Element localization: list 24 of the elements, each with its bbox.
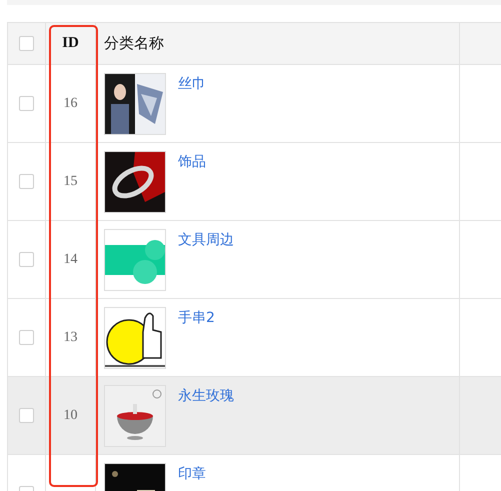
row-checkbox[interactable] bbox=[19, 252, 34, 267]
id-cell: 16 bbox=[64, 96, 78, 112]
category-link[interactable]: 印章 bbox=[178, 465, 206, 483]
id-cell: 15 bbox=[64, 174, 78, 190]
id-cell: 14 bbox=[64, 252, 78, 268]
id-cell: 13 bbox=[64, 330, 78, 346]
select-all-checkbox[interactable] bbox=[19, 36, 34, 51]
id-cell: 10 bbox=[64, 408, 78, 424]
column-header: ID bbox=[62, 35, 79, 52]
category-link[interactable]: 手串2 bbox=[178, 309, 215, 327]
category-link[interactable]: 饰品 bbox=[178, 153, 206, 171]
column-header: 分类名称 bbox=[104, 34, 164, 53]
category-link[interactable]: 文具周边 bbox=[178, 231, 234, 249]
table-row[interactable]: 16 丝巾 bbox=[8, 65, 501, 143]
table-row[interactable]: 14 文具周边 bbox=[8, 221, 501, 299]
row-checkbox[interactable] bbox=[19, 96, 34, 111]
category-link[interactable]: 永生玫瑰 bbox=[178, 387, 234, 405]
table-row[interactable]: 13 手串2 bbox=[8, 299, 501, 377]
row-checkbox[interactable] bbox=[19, 408, 34, 423]
category-link[interactable]: 丝巾 bbox=[178, 75, 206, 93]
row-checkbox[interactable] bbox=[19, 330, 34, 345]
table-row[interactable]: 10 永生玫瑰 bbox=[8, 377, 501, 455]
row-checkbox[interactable] bbox=[19, 174, 34, 189]
table-row[interactable]: 15 饰品 bbox=[8, 143, 501, 221]
